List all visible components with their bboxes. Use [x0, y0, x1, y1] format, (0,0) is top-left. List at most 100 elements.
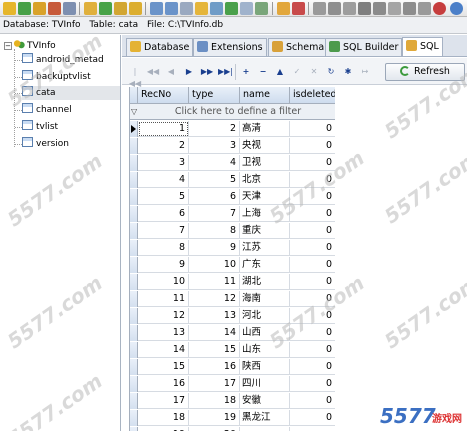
new-database-icon[interactable]	[18, 2, 31, 15]
run-icon[interactable]	[225, 2, 238, 15]
bookmark-icon[interactable]	[403, 2, 416, 15]
tab-database[interactable]: Database	[126, 38, 194, 56]
column-header-recno[interactable]: RecNo	[138, 87, 189, 104]
last-record-button[interactable]: ▶▶|	[218, 66, 233, 78]
cell-type[interactable]: 20	[189, 427, 240, 431]
cell-type[interactable]: 10	[189, 257, 240, 273]
wrench-icon[interactable]	[388, 2, 401, 15]
cell-type[interactable]: 7	[189, 206, 240, 222]
import-icon[interactable]	[180, 2, 193, 15]
cell-name[interactable]: 高清	[240, 121, 290, 137]
cell-isdeleted[interactable]: 0	[290, 240, 335, 256]
tree-item-tvlist[interactable]: tvlist	[22, 120, 58, 134]
prior-page-button[interactable]: ◀◀	[146, 66, 160, 78]
cell-recno[interactable]: 5	[138, 189, 189, 205]
tree-root-tvinfo[interactable]: − TVInfo	[4, 39, 56, 53]
cell-recno[interactable]: 4	[138, 172, 189, 188]
table-row[interactable]: 17 18 安徽 0	[130, 393, 335, 409]
tab-schema[interactable]: Schema	[268, 38, 329, 56]
drop-table-icon[interactable]	[129, 2, 142, 15]
cell-type[interactable]: 12	[189, 291, 240, 307]
cell-recno[interactable]: 8	[138, 240, 189, 256]
cell-name[interactable]: 央视	[240, 138, 290, 154]
cell-recno[interactable]: 9	[138, 257, 189, 273]
table-row[interactable]: 2 3 央视 0	[130, 138, 335, 154]
collapse-icon[interactable]: −	[4, 42, 12, 50]
chart-icon[interactable]	[255, 2, 268, 15]
tab-sql[interactable]: SQL	[402, 37, 443, 56]
cell-recno[interactable]: 10	[138, 274, 189, 290]
cell-recno[interactable]: 14	[138, 342, 189, 358]
table-row[interactable]: 14 15 山东 0	[130, 342, 335, 358]
plugins-icon[interactable]	[358, 2, 371, 15]
grid-view-icon[interactable]	[150, 2, 163, 15]
column-header-isdeleted[interactable]: isdeleted	[290, 87, 335, 104]
cell-name[interactable]: 海南	[240, 291, 290, 307]
cell-name[interactable]: 安徽	[240, 393, 290, 409]
find-icon[interactable]	[240, 2, 253, 15]
open-database-icon[interactable]	[3, 2, 16, 15]
cell-type[interactable]: 15	[189, 342, 240, 358]
table-row[interactable]: 8 9 江苏 0	[130, 240, 335, 256]
table-row[interactable]: 7 8 重庆 0	[130, 223, 335, 239]
cell-name[interactable]: 四川	[240, 376, 290, 392]
prior-record-button[interactable]: ◀	[164, 66, 178, 78]
export-icon[interactable]	[165, 2, 178, 15]
help-icon[interactable]	[450, 2, 463, 15]
tab-sql-builder[interactable]: SQL Builder	[325, 38, 403, 56]
detach-database-icon[interactable]	[48, 2, 61, 15]
table-row[interactable]: 1 2 高清 0	[130, 121, 335, 137]
cell-type[interactable]: 19	[189, 410, 240, 426]
close-icon[interactable]	[433, 2, 446, 15]
cell-recno[interactable]: 12	[138, 308, 189, 324]
tree-item-version[interactable]: version	[22, 137, 69, 151]
refresh-data-button[interactable]: ↻	[324, 66, 338, 78]
cell-name[interactable]: 陕西	[240, 359, 290, 375]
cell-recno[interactable]: 6	[138, 206, 189, 222]
cell-type[interactable]: 18	[189, 393, 240, 409]
cell-type[interactable]: 16	[189, 359, 240, 375]
cell-recno[interactable]: 1	[138, 121, 189, 137]
cell-recno[interactable]: 11	[138, 291, 189, 307]
encrypt-icon[interactable]	[84, 2, 97, 15]
cell-recno[interactable]: 3	[138, 155, 189, 171]
attach-database-icon[interactable]	[33, 2, 46, 15]
table-row[interactable]: 15 16 陕西 0	[130, 359, 335, 375]
cell-isdeleted[interactable]: 0	[290, 359, 335, 375]
table-row[interactable]: 18 19 黑龙江 0	[130, 410, 335, 426]
edit-record-button[interactable]: ▲	[273, 66, 287, 78]
filter-row[interactable]: ▽ Click here to define a filter	[130, 104, 335, 120]
tools-icon[interactable]	[328, 2, 341, 15]
cell-isdeleted[interactable]: 0	[290, 223, 335, 239]
next-record-button[interactable]: ▶	[182, 66, 196, 78]
cell-recno[interactable]: 19	[138, 427, 189, 431]
cell-isdeleted[interactable]	[290, 427, 335, 431]
cell-name[interactable]: 北京	[240, 172, 290, 188]
report-icon[interactable]	[210, 2, 223, 15]
key-icon[interactable]	[373, 2, 386, 15]
cell-recno[interactable]: 18	[138, 410, 189, 426]
new-table-icon[interactable]	[99, 2, 112, 15]
cancel-updates-button[interactable]: ↦	[358, 66, 372, 78]
copy-icon[interactable]	[277, 2, 290, 15]
table-row[interactable]: 9 10 广东 0	[130, 257, 335, 273]
cell-name[interactable]: 广东	[240, 257, 290, 273]
first-record-button[interactable]: |◀◀	[128, 66, 142, 88]
cell-isdeleted[interactable]: 0	[290, 257, 335, 273]
post-edit-button[interactable]: ✓	[290, 66, 304, 78]
script-icon[interactable]	[418, 2, 431, 15]
settings-icon[interactable]	[313, 2, 326, 15]
paste-icon[interactable]	[292, 2, 305, 15]
cell-type[interactable]: 13	[189, 308, 240, 324]
cell-type[interactable]: 4	[189, 155, 240, 171]
cell-type[interactable]: 6	[189, 189, 240, 205]
cell-isdeleted[interactable]: 0	[290, 342, 335, 358]
column-header-type[interactable]: type	[189, 87, 240, 104]
cell-recno[interactable]: 15	[138, 359, 189, 375]
cell-type[interactable]: 8	[189, 223, 240, 239]
cell-type[interactable]: 3	[189, 138, 240, 154]
cancel-edit-button[interactable]: ✕	[307, 66, 321, 78]
apply-updates-button[interactable]: ✱	[341, 66, 355, 78]
cell-name[interactable]: 湖北	[240, 274, 290, 290]
edit-table-icon[interactable]	[114, 2, 127, 15]
